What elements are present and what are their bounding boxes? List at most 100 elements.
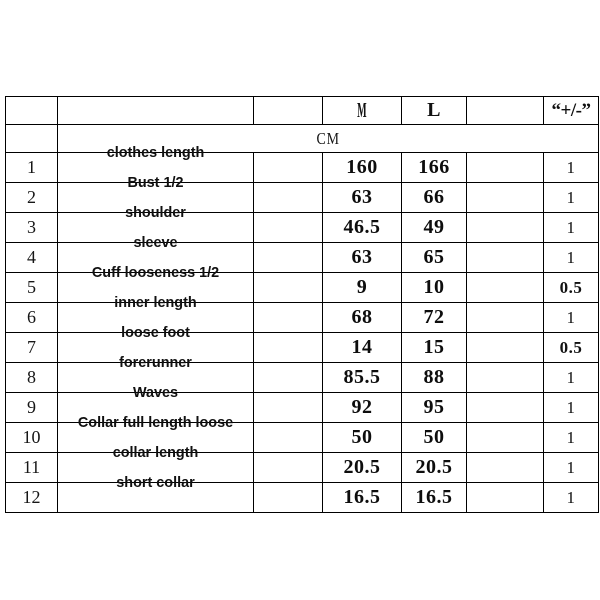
spacer-cell-b bbox=[466, 152, 544, 183]
unit-row-number-cell bbox=[5, 124, 58, 153]
spacer-cell-a bbox=[253, 182, 323, 213]
tolerance-value: 1 bbox=[566, 187, 576, 207]
value-cell-size-m: 63 bbox=[322, 242, 402, 273]
row-number-cell: 6 bbox=[5, 302, 58, 333]
tolerance-value: 1 bbox=[566, 457, 576, 477]
value-cell-size-l: 15 bbox=[401, 332, 467, 363]
row-number: 12 bbox=[22, 487, 41, 507]
spacer-cell-b bbox=[466, 332, 544, 363]
value-cell-size-m: 68 bbox=[322, 302, 402, 333]
value-size-l: 166 bbox=[418, 156, 450, 178]
value-size-l: 20.5 bbox=[415, 456, 453, 478]
measurement-name: Cuff looseness 1/2 bbox=[91, 264, 220, 281]
measurement-name: sleeve bbox=[133, 234, 178, 251]
spacer-cell-b bbox=[466, 452, 544, 483]
spacer-cell-a bbox=[253, 272, 323, 303]
value-cell-size-l: 20.5 bbox=[401, 452, 467, 483]
value-cell-size-l: 49 bbox=[401, 212, 467, 243]
row-number-cell: 12 bbox=[5, 482, 58, 513]
measurement-name: shoulder bbox=[125, 204, 186, 221]
measurement-name: Bust 1/2 bbox=[127, 174, 184, 191]
value-size-l: 66 bbox=[423, 186, 445, 208]
value-size-m: 68 bbox=[351, 306, 373, 328]
measurement-name: collar length bbox=[112, 444, 199, 461]
value-size-m: 16.5 bbox=[343, 486, 381, 508]
row-number: 7 bbox=[27, 337, 36, 357]
value-cell-size-m: 160 bbox=[322, 152, 402, 183]
tolerance-cell: 0.5 bbox=[543, 332, 599, 363]
row-number: 3 bbox=[27, 217, 36, 237]
measurement-name: Waves bbox=[132, 384, 179, 401]
measurement-name-cell: short collar bbox=[57, 474, 254, 513]
spacer-cell-a bbox=[253, 422, 323, 453]
header-cell-item bbox=[57, 96, 254, 125]
value-cell-size-l: 65 bbox=[401, 242, 467, 273]
value-cell-size-l: 10 bbox=[401, 272, 467, 303]
row-number: 4 bbox=[27, 247, 36, 267]
value-cell-size-m: 9 bbox=[322, 272, 402, 303]
row-number: 5 bbox=[27, 277, 36, 297]
spacer-cell-b bbox=[466, 392, 544, 423]
value-cell-size-m: 92 bbox=[322, 392, 402, 423]
size-chart-sheet: M L “+/-” CM 1clothes length1601661 bbox=[0, 0, 600, 600]
tolerance-value: 1 bbox=[566, 157, 576, 177]
tolerance-value: 1 bbox=[566, 307, 576, 327]
header-size-m-label: M bbox=[357, 98, 367, 122]
spacer-cell-b bbox=[466, 242, 544, 273]
measurement-name: clothes length bbox=[106, 144, 205, 161]
header-cell-size-m: M bbox=[322, 96, 402, 125]
row-number: 11 bbox=[22, 457, 41, 477]
value-size-l: 65 bbox=[423, 246, 445, 268]
row-number-cell: 1 bbox=[5, 152, 58, 183]
row-number: 9 bbox=[27, 397, 36, 417]
row-number-cell: 10 bbox=[5, 422, 58, 453]
row-number-cell: 5 bbox=[5, 272, 58, 303]
tolerance-cell: 0.5 bbox=[543, 272, 599, 303]
value-size-l: 15 bbox=[423, 336, 445, 358]
value-size-m: 14 bbox=[351, 336, 373, 358]
value-size-l: 50 bbox=[423, 426, 445, 448]
value-cell-size-l: 66 bbox=[401, 182, 467, 213]
spacer-cell-b bbox=[466, 272, 544, 303]
value-cell-size-m: 46.5 bbox=[322, 212, 402, 243]
measurement-name: forerunner bbox=[119, 354, 192, 371]
measurement-name: loose foot bbox=[121, 324, 190, 341]
table-header-row: M L “+/-” bbox=[5, 96, 599, 125]
spacer-cell-a bbox=[253, 362, 323, 393]
header-cell-tolerance: “+/-” bbox=[543, 96, 599, 125]
value-cell-size-m: 85.5 bbox=[322, 362, 402, 393]
value-cell-size-m: 16.5 bbox=[322, 482, 402, 513]
value-cell-size-l: 72 bbox=[401, 302, 467, 333]
tolerance-cell: 1 bbox=[543, 302, 599, 333]
value-cell-size-m: 20.5 bbox=[322, 452, 402, 483]
value-cell-size-m: 14 bbox=[322, 332, 402, 363]
tolerance-cell: 1 bbox=[543, 422, 599, 453]
value-cell-size-l: 50 bbox=[401, 422, 467, 453]
unit-label: CM bbox=[316, 128, 340, 148]
tolerance-value: 1 bbox=[566, 427, 576, 447]
tolerance-cell: 1 bbox=[543, 452, 599, 483]
value-size-m: 160 bbox=[346, 156, 378, 178]
spacer-cell-b bbox=[466, 182, 544, 213]
value-cell-size-m: 63 bbox=[322, 182, 402, 213]
value-size-l: 95 bbox=[423, 396, 445, 418]
value-size-m: 20.5 bbox=[343, 456, 381, 478]
spacer-cell-a bbox=[253, 152, 323, 183]
row-number: 6 bbox=[27, 307, 36, 327]
value-cell-size-l: 16.5 bbox=[401, 482, 467, 513]
size-chart-table: M L “+/-” CM 1clothes length1601661 bbox=[5, 96, 599, 513]
header-tolerance-label: “+/-” bbox=[551, 99, 591, 121]
value-size-m: 9 bbox=[356, 276, 368, 298]
spacer-cell-a bbox=[253, 212, 323, 243]
measurement-name: short collar bbox=[116, 474, 195, 491]
tolerance-cell: 1 bbox=[543, 482, 599, 513]
row-number: 1 bbox=[27, 157, 36, 177]
value-size-m: 63 bbox=[351, 246, 373, 268]
value-size-l: 49 bbox=[423, 216, 445, 238]
row-number-cell: 7 bbox=[5, 332, 58, 363]
tolerance-cell: 1 bbox=[543, 182, 599, 213]
value-size-m: 46.5 bbox=[343, 216, 381, 238]
row-number-cell: 9 bbox=[5, 392, 58, 423]
tolerance-value: 1 bbox=[566, 397, 576, 417]
row-number: 8 bbox=[27, 367, 36, 387]
